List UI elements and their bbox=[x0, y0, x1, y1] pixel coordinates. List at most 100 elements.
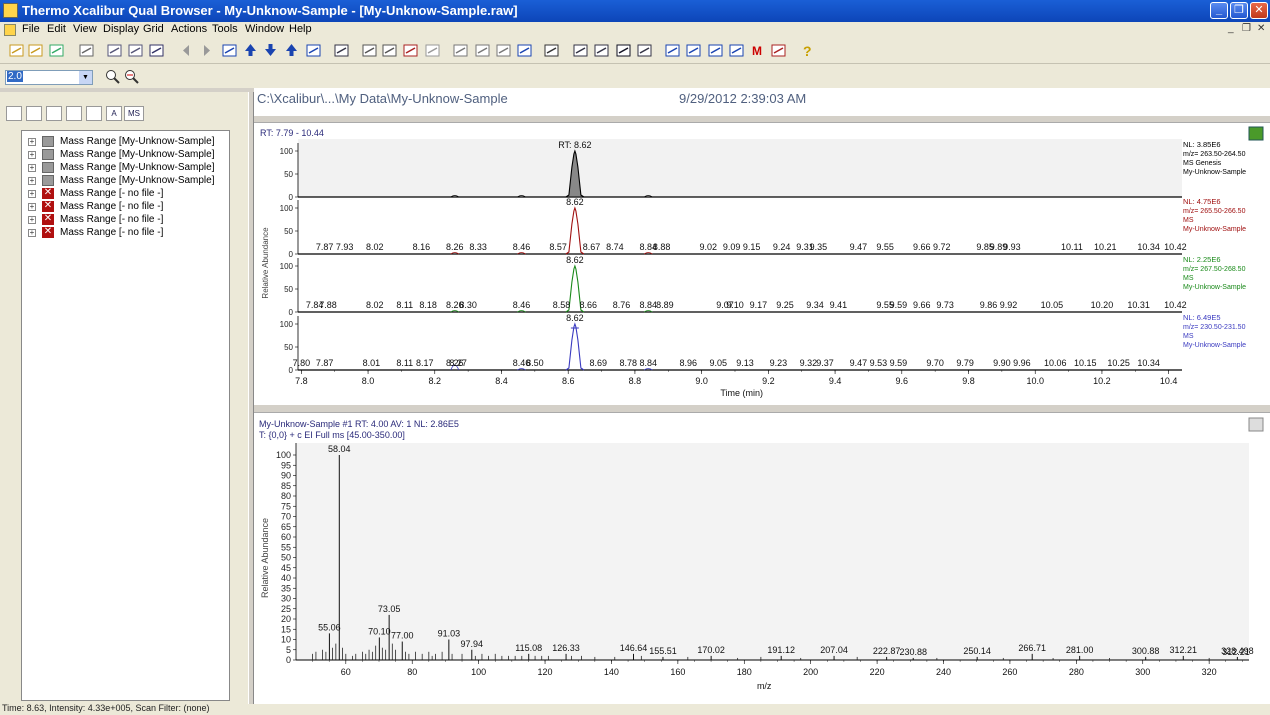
menu-window[interactable]: Window bbox=[245, 23, 284, 35]
rt-label: 8.84 bbox=[639, 300, 657, 310]
menu-edit[interactable]: Edit bbox=[47, 23, 66, 35]
grid-layout3-icon[interactable] bbox=[495, 42, 512, 59]
expand-icon[interactable]: + bbox=[28, 203, 36, 211]
tree-item-label: Mass Range [- no file -] bbox=[60, 188, 164, 199]
expand-icon[interactable]: + bbox=[28, 164, 36, 172]
x-tick-label: 160 bbox=[670, 667, 685, 677]
forward-arrow-icon[interactable] bbox=[198, 42, 215, 59]
grid-insert2-icon[interactable] bbox=[381, 42, 398, 59]
peak-mass-label: 230.88 bbox=[899, 647, 927, 657]
help-icon[interactable]: ? bbox=[799, 42, 816, 59]
close-button[interactable]: ✕ bbox=[1250, 2, 1268, 19]
acquisition-date: 9/29/2012 2:39:03 AM bbox=[679, 91, 807, 106]
zoom-out-icon[interactable] bbox=[123, 68, 140, 85]
svg-text:?: ? bbox=[803, 43, 812, 59]
expand-icon[interactable]: + bbox=[28, 190, 36, 198]
tab-document[interactable] bbox=[26, 106, 42, 121]
x-tick-label: 8.6 bbox=[562, 376, 575, 386]
tab-sub[interactable] bbox=[66, 106, 82, 121]
menu-display[interactable]: Display bbox=[103, 23, 139, 35]
up-arrow-icon[interactable] bbox=[242, 42, 259, 59]
rt-label: 10.15 bbox=[1074, 358, 1097, 368]
peak-remove-icon[interactable] bbox=[728, 42, 745, 59]
menu-file[interactable]: File bbox=[22, 23, 40, 35]
labels-icon[interactable] bbox=[543, 42, 560, 59]
expand-icon[interactable]: + bbox=[28, 138, 36, 146]
rt-label: 7.87 bbox=[316, 358, 334, 368]
chromatogram-icon[interactable] bbox=[572, 42, 589, 59]
mass-tag-icon[interactable]: M bbox=[749, 42, 766, 59]
expand-icon[interactable]: + bbox=[28, 229, 36, 237]
tab-xp[interactable] bbox=[46, 106, 62, 121]
menu-actions[interactable]: Actions bbox=[171, 23, 207, 35]
x-tick-label: 240 bbox=[936, 667, 951, 677]
chromatogram-pane[interactable]: RT: 7.79 - 10.44 Relative Abundance 0 50 100… bbox=[254, 122, 1270, 405]
updown-arrow-icon[interactable] bbox=[283, 42, 300, 59]
expand-icon[interactable]: + bbox=[28, 177, 36, 185]
peak-detect-icon[interactable] bbox=[664, 42, 681, 59]
menu-view[interactable]: View bbox=[73, 23, 97, 35]
peak-label: 8.62 bbox=[566, 313, 584, 323]
copy-icon[interactable] bbox=[106, 42, 123, 59]
grid-cut-icon[interactable] bbox=[424, 42, 441, 59]
tab-info[interactable] bbox=[6, 106, 22, 121]
grid-layout2-icon[interactable] bbox=[474, 42, 491, 59]
document-icon[interactable] bbox=[4, 24, 16, 36]
rt-label: 8.17 bbox=[416, 358, 434, 368]
expand-icon[interactable]: + bbox=[28, 216, 36, 224]
error-x-icon: ✕ bbox=[42, 187, 54, 199]
chevron-down-icon[interactable]: ▼ bbox=[79, 71, 92, 84]
tab-ms[interactable]: MS bbox=[124, 106, 144, 121]
grid-delete-icon[interactable] bbox=[402, 42, 419, 59]
grid-layout-icon[interactable] bbox=[452, 42, 469, 59]
grid-insert-icon[interactable] bbox=[361, 42, 378, 59]
paste-icon[interactable] bbox=[127, 42, 144, 59]
save-icon[interactable] bbox=[48, 42, 65, 59]
trace-info: My-Unknow-Sample bbox=[1183, 169, 1246, 176]
doc-restore-button[interactable]: ❐ bbox=[1242, 23, 1251, 34]
panel-background bbox=[298, 139, 1182, 197]
minimize-button[interactable]: _ bbox=[1210, 2, 1228, 19]
zoom-in-icon[interactable] bbox=[104, 68, 121, 85]
trace-info: m/z= 230.50-231.50 bbox=[1183, 324, 1246, 331]
y-tick-label: 45 bbox=[281, 563, 291, 573]
peak-mass-label: 55.06 bbox=[318, 622, 341, 632]
doc-close-button[interactable]: ✕ bbox=[1257, 23, 1265, 34]
menu-tools[interactable]: Tools bbox=[212, 23, 238, 35]
doc-minimize-button[interactable]: _ bbox=[1228, 23, 1234, 34]
rt-label: 8.66 bbox=[579, 300, 597, 310]
rt-label: 8.89 bbox=[656, 300, 674, 310]
rt-label: 8.67 bbox=[583, 242, 601, 252]
maximize-button[interactable]: ❐ bbox=[1230, 2, 1248, 19]
tab-a[interactable]: A bbox=[106, 106, 122, 121]
back-arrow-icon[interactable] bbox=[178, 42, 195, 59]
peak-add-icon[interactable] bbox=[707, 42, 724, 59]
plot-background bbox=[296, 443, 1249, 660]
list-icon[interactable] bbox=[636, 42, 653, 59]
map-icon[interactable] bbox=[615, 42, 632, 59]
expand-icon[interactable]: + bbox=[28, 151, 36, 159]
open-icon[interactable] bbox=[8, 42, 25, 59]
rt-label: 9.23 bbox=[770, 358, 788, 368]
peak-detect2-icon[interactable] bbox=[685, 42, 702, 59]
spectrum-pane[interactable]: My-Unknow-Sample #1 RT: 4.00 AV: 1 NL: 2… bbox=[254, 412, 1270, 704]
zoom-reset-icon[interactable] bbox=[221, 42, 238, 59]
zoom-select[interactable]: 2.0 ▼ bbox=[5, 70, 93, 85]
library-search-icon[interactable] bbox=[770, 42, 787, 59]
spectrum-icon[interactable] bbox=[593, 42, 610, 59]
display-options-icon[interactable] bbox=[333, 42, 350, 59]
tab-ab[interactable] bbox=[86, 106, 102, 121]
down-arrow-icon[interactable] bbox=[262, 42, 279, 59]
undo-icon[interactable] bbox=[148, 42, 165, 59]
rt-label: 8.18 bbox=[419, 300, 437, 310]
mass-range-icon bbox=[42, 162, 54, 173]
print-icon[interactable] bbox=[78, 42, 95, 59]
x-tick-label: 8.8 bbox=[629, 376, 642, 386]
open-folder-icon[interactable] bbox=[27, 42, 44, 59]
grid-layout4-icon[interactable] bbox=[516, 42, 533, 59]
svg-text:M: M bbox=[752, 44, 762, 58]
menu-grid[interactable]: Grid bbox=[143, 23, 164, 35]
zoom-fit-icon[interactable] bbox=[305, 42, 322, 59]
rt-label: 9.59 bbox=[890, 300, 908, 310]
menu-help[interactable]: Help bbox=[289, 23, 312, 35]
